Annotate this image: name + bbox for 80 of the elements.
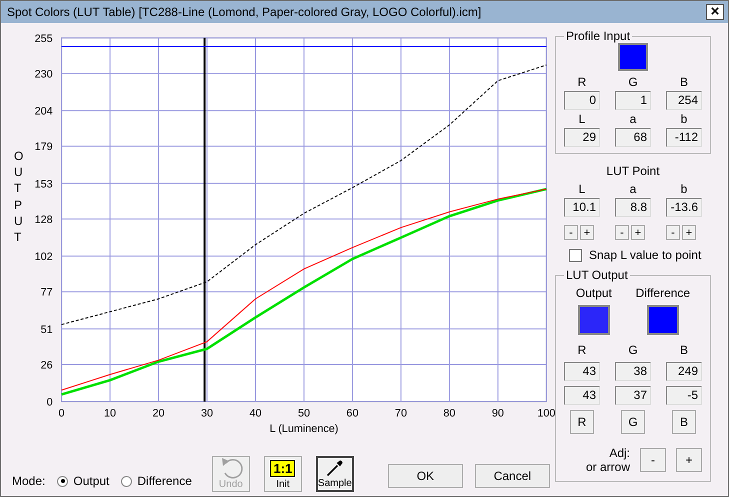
init-button[interactable]: 1:1 Init: [264, 456, 302, 492]
value-field: -5: [666, 386, 702, 405]
value-field: 254: [666, 91, 702, 110]
y-tick-label: 153: [34, 178, 52, 190]
adjust-button[interactable]: +: [676, 448, 702, 472]
dialog-button[interactable]: OK: [388, 464, 463, 488]
channel-label: R: [576, 343, 588, 357]
channel-label: B: [678, 75, 689, 89]
channel-button[interactable]: R: [570, 410, 594, 434]
section-title: LUT Point: [605, 164, 661, 178]
value-field[interactable]: 8.8: [615, 198, 651, 217]
x-tick-label: 80: [443, 407, 456, 420]
x-tick-label: 10: [104, 407, 116, 420]
channel-label: a: [628, 112, 638, 126]
y-tick-label: 179: [34, 141, 52, 154]
value-field: 0: [564, 91, 600, 110]
window-title: Spot Colors (LUT Table) [TC288-Line (Lomond, Paper-colored Gray, LOGO Colorful).icm]: [7, 5, 482, 19]
close-button[interactable]: ×: [706, 4, 724, 20]
swatch-label: Output: [576, 286, 612, 300]
channel-label: b: [680, 112, 688, 126]
adjust-label: Adj:: [608, 446, 630, 460]
y-tick-label: 102: [34, 251, 52, 264]
y-tick-label: 26: [40, 359, 52, 372]
channel-label: R: [576, 75, 588, 89]
x-tick-label: 100: [537, 407, 556, 420]
value-field: 249: [666, 362, 702, 381]
step-button[interactable]: +: [682, 225, 696, 240]
value-field[interactable]: 10.1: [564, 198, 600, 217]
value-field: 68: [615, 128, 651, 147]
step-button[interactable]: +: [631, 225, 645, 240]
x-tick-label: 20: [152, 407, 164, 420]
x-tick-label: 0: [58, 407, 64, 420]
x-tick-label: 70: [394, 407, 407, 420]
y-tick-label: 128: [34, 214, 52, 226]
adjust-hint: or arrow: [586, 460, 630, 475]
y-tick-label: 77: [40, 286, 52, 299]
y-axis-title: OUTPUT: [14, 148, 24, 246]
channel-label: B: [678, 343, 689, 357]
swatch-label: Difference: [636, 286, 690, 300]
channel-label: G: [627, 75, 639, 89]
y-tick-label: 0: [46, 396, 52, 408]
x-tick-label: 40: [249, 407, 262, 420]
channel-button[interactable]: G: [621, 410, 645, 434]
channel-label: L: [578, 182, 586, 196]
x-tick-label: 50: [298, 407, 310, 420]
channel-label: L: [578, 112, 586, 126]
value-field: 43: [564, 386, 600, 405]
value-field: 43: [564, 362, 600, 381]
x-tick-label: 30: [200, 407, 213, 420]
mode-radio[interactable]: Output: [57, 474, 110, 488]
mode-label: Mode:: [12, 474, 46, 488]
value-field: 29: [564, 128, 600, 147]
group-title: LUT Output: [565, 268, 629, 282]
x-tick-label: 90: [492, 407, 504, 420]
value-field[interactable]: -13.6: [666, 198, 702, 217]
channel-button[interactable]: B: [672, 410, 696, 434]
y-tick-label: 51: [40, 324, 52, 336]
step-button[interactable]: -: [564, 225, 578, 240]
sample-button[interactable]: Sample: [316, 456, 354, 492]
y-tick-label: 230: [34, 68, 52, 80]
snap-checkbox[interactable]: Snap L value to point: [569, 248, 711, 262]
value-field: -112: [666, 128, 702, 147]
dialog-button[interactable]: Cancel: [474, 464, 550, 488]
y-tick-label: 255: [34, 32, 52, 45]
ratio-badge: 1:1: [270, 460, 296, 477]
channel-label: G: [627, 343, 639, 357]
step-button[interactable]: -: [615, 225, 629, 240]
channel-label: b: [680, 182, 688, 196]
step-button[interactable]: +: [580, 225, 594, 240]
value-field: 38: [615, 362, 651, 381]
mode-radio[interactable]: Difference: [121, 474, 192, 488]
y-tick-label: 204: [34, 106, 52, 118]
x-axis-title: L (Luminence): [269, 423, 338, 436]
value-field: 37: [615, 386, 651, 405]
channel-label: a: [628, 182, 638, 196]
adjust-button[interactable]: -: [640, 448, 666, 472]
step-button[interactable]: -: [666, 225, 680, 240]
group-title: Profile Input: [565, 29, 632, 43]
value-field: 1: [615, 91, 651, 110]
x-tick-label: 60: [346, 407, 358, 420]
